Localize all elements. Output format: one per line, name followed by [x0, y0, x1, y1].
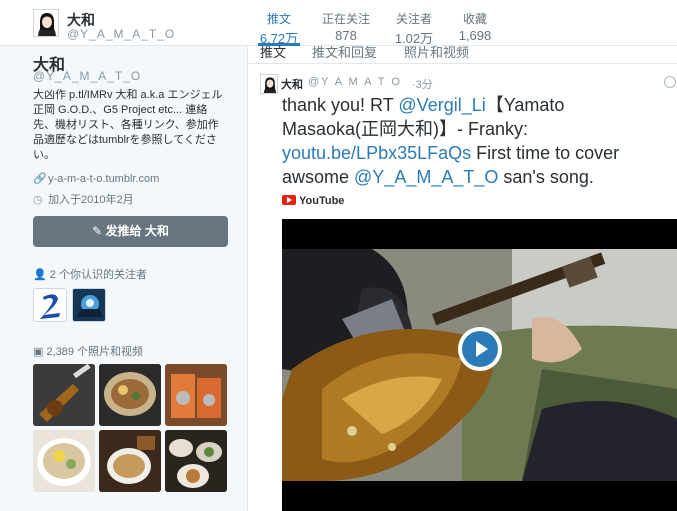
stat-value: 878 [335, 28, 357, 43]
video-player[interactable] [282, 219, 677, 511]
photos-videos-title[interactable]: ▣ 2,389 个照片和视频 [33, 343, 143, 359]
website-link[interactable]: y-a-m-a-t-o.tumblr.com [48, 173, 159, 185]
tweet-text-segment: san's song. [498, 167, 594, 187]
joined-date: 加入于2010年2月 [48, 194, 134, 206]
camera-icon: ▣ [33, 346, 44, 358]
stat-value: 1.02万 [394, 31, 434, 46]
tweet-avatar[interactable] [260, 74, 278, 94]
follower-avatar[interactable] [72, 288, 106, 322]
play-icon [462, 331, 498, 367]
calendar-icon: ◷ [33, 194, 43, 206]
tweet-timestamp[interactable]: ·3分 [412, 76, 433, 92]
stat-label: 推文 [266, 12, 291, 26]
tweet-author-handle[interactable]: @Y A M A T O [308, 76, 402, 88]
profile-bio: 大凶作 p.tl/IMRv 大和 a.k.a エンジェル正岡 G.O.D.、G5… [33, 89, 223, 161]
photo-thumbnail[interactable] [99, 364, 161, 426]
stat-tweets[interactable]: 推文 6.72万 [258, 10, 300, 46]
more-options-icon[interactable] [664, 76, 676, 88]
mention-link[interactable]: @Y_A_M_A_T_O [354, 167, 498, 187]
stat-label: 关注者 [395, 12, 432, 26]
photo-thumbnail[interactable] [165, 364, 227, 426]
youtube-icon [282, 195, 296, 205]
profile-handle: @Y_A_M_A_T_O [67, 27, 176, 41]
profile-nav-bar: 大和 @Y_A_M_A_T_O 推文 6.72万 正在关注 878 关注者 1.… [0, 0, 677, 46]
card-source-label: YouTube [299, 195, 345, 207]
tab-tweets-replies[interactable]: 推文和回复 [312, 46, 377, 61]
photo-thumbnail[interactable] [99, 430, 161, 492]
tab-tweets[interactable]: 推文 [260, 46, 286, 61]
tab-photos-videos[interactable]: 照片和视频 [404, 46, 469, 61]
send-tweet-button[interactable]: ✎ 发推给 大和 [33, 216, 228, 247]
people-icon: 👤 [33, 269, 47, 281]
profile-joined: ◷ 加入于2010年2月 [33, 191, 134, 207]
mention-link[interactable]: @Vergil_Li [398, 95, 485, 115]
tweet-text: thank you! RT @Vergil_Li【Yamato Masaoka(… [282, 93, 662, 189]
photo-thumbnail[interactable] [33, 364, 95, 426]
play-button[interactable] [458, 327, 502, 371]
photo-thumbnail[interactable] [165, 430, 227, 492]
stat-favorites[interactable]: 收藏 1,698 [456, 10, 494, 43]
timeline: 推文 推文和回复 照片和视频 大和 @Y A M A T O ·3分 thank… [247, 46, 677, 511]
followers-you-know-title[interactable]: 👤 2 个你认识的关注者 [33, 266, 147, 282]
profile-website[interactable]: 🔗 y-a-m-a-t-o.tumblr.com [33, 172, 159, 185]
edit-icon: ✎ [92, 224, 103, 238]
followers-you-know-label: 2 个你认识的关注者 [49, 269, 147, 281]
stat-value: 1,698 [458, 28, 492, 43]
stat-followers[interactable]: 关注者 1.02万 [392, 10, 436, 47]
timeline-tabs: 推文 推文和回复 照片和视频 [248, 46, 677, 64]
url-link[interactable]: youtu.be/LPbx35LFaQs [282, 143, 471, 163]
link-icon: 🔗 [33, 173, 47, 185]
tweet-text-segment: thank you! RT [282, 95, 399, 115]
avatar[interactable] [33, 9, 59, 37]
photos-videos-label: 2,389 个照片和视频 [46, 346, 144, 358]
tweet-author-name[interactable]: 大和 [281, 76, 303, 92]
send-tweet-label: 发推给 大和 [105, 224, 169, 238]
card-source[interactable]: YouTube [282, 194, 344, 207]
stat-value: 6.72万 [259, 31, 299, 46]
photo-thumbnail[interactable] [33, 430, 95, 492]
follower-avatar[interactable] [33, 288, 67, 322]
stat-label: 收藏 [462, 12, 487, 26]
stat-following[interactable]: 正在关注 878 [320, 10, 372, 43]
stat-label: 正在关注 [321, 12, 370, 26]
profile-card-handle: @Y_A_M_A_T_O [33, 69, 142, 83]
